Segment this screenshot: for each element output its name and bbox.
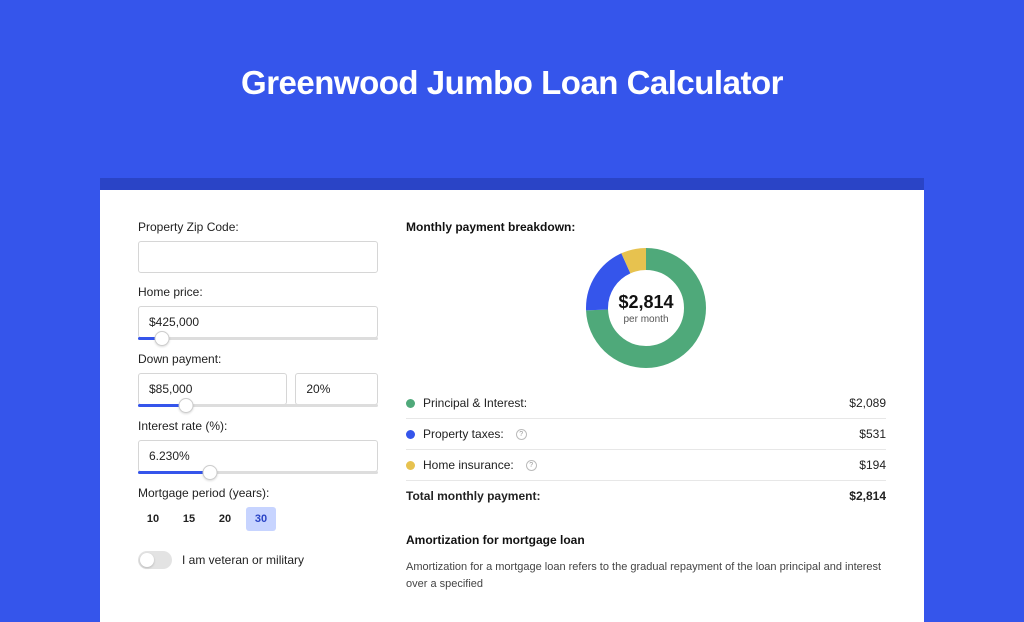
results-column: Monthly payment breakdown: $2,814 per mo…: [406, 220, 886, 592]
legend-dot-icon: [406, 430, 415, 439]
zip-input[interactable]: [138, 241, 378, 273]
donut-sub: per month: [623, 314, 668, 325]
legend-dot-icon: [406, 399, 415, 408]
breakdown-label: Principal & Interest:: [423, 396, 527, 410]
veteran-toggle[interactable]: [138, 551, 172, 569]
donut-chart: $2,814 per month: [584, 246, 708, 370]
period-row: 10152030: [138, 507, 378, 531]
total-label: Total monthly payment:: [406, 489, 540, 503]
breakdown-heading: Monthly payment breakdown:: [406, 220, 886, 234]
donut-amount: $2,814: [618, 292, 673, 313]
period-button-30[interactable]: 30: [246, 507, 276, 531]
down-payment-slider[interactable]: [138, 404, 378, 407]
slider-thumb-icon[interactable]: [203, 465, 218, 480]
interest-slider[interactable]: [138, 471, 378, 474]
veteran-label: I am veteran or military: [182, 553, 304, 567]
slider-thumb-icon[interactable]: [155, 331, 170, 346]
slider-thumb-icon[interactable]: [179, 398, 194, 413]
period-button-20[interactable]: 20: [210, 507, 240, 531]
period-label: Mortgage period (years):: [138, 486, 378, 500]
interest-input[interactable]: 6.230%: [138, 440, 378, 472]
breakdown-total-row: Total monthly payment: $2,814: [406, 480, 886, 511]
home-price-slider[interactable]: [138, 337, 378, 340]
down-payment-label: Down payment:: [138, 352, 378, 366]
info-icon[interactable]: ?: [526, 460, 537, 471]
breakdown-value: $194: [859, 458, 886, 472]
inputs-column: Property Zip Code: Home price: $425,000 …: [138, 220, 378, 592]
breakdown-row: Home insurance:? $194: [406, 449, 886, 480]
amortization-text: Amortization for a mortgage loan refers …: [406, 559, 886, 592]
breakdown-label: Property taxes:: [423, 427, 504, 441]
breakdown-label: Home insurance:: [423, 458, 514, 472]
down-payment-pct-input[interactable]: 20%: [295, 373, 378, 405]
amortization-title: Amortization for mortgage loan: [406, 533, 886, 547]
breakdown-row: Property taxes:? $531: [406, 418, 886, 449]
home-price-input[interactable]: $425,000: [138, 306, 378, 338]
period-button-15[interactable]: 15: [174, 507, 204, 531]
interest-label: Interest rate (%):: [138, 419, 378, 433]
home-price-label: Home price:: [138, 285, 378, 299]
page-title: Greenwood Jumbo Loan Calculator: [0, 64, 1024, 102]
down-payment-input[interactable]: $85,000: [138, 373, 287, 405]
breakdown-value: $531: [859, 427, 886, 441]
toggle-knob-icon: [140, 553, 154, 567]
calculator-card: Property Zip Code: Home price: $425,000 …: [100, 190, 924, 622]
info-icon[interactable]: ?: [516, 429, 527, 440]
breakdown-list: Principal & Interest: $2,089 Property taxe…: [406, 388, 886, 511]
card-shadow: [100, 178, 924, 190]
zip-label: Property Zip Code:: [138, 220, 378, 234]
total-value: $2,814: [849, 489, 886, 503]
period-button-10[interactable]: 10: [138, 507, 168, 531]
breakdown-value: $2,089: [849, 396, 886, 410]
legend-dot-icon: [406, 461, 415, 470]
breakdown-row: Principal & Interest: $2,089: [406, 388, 886, 418]
